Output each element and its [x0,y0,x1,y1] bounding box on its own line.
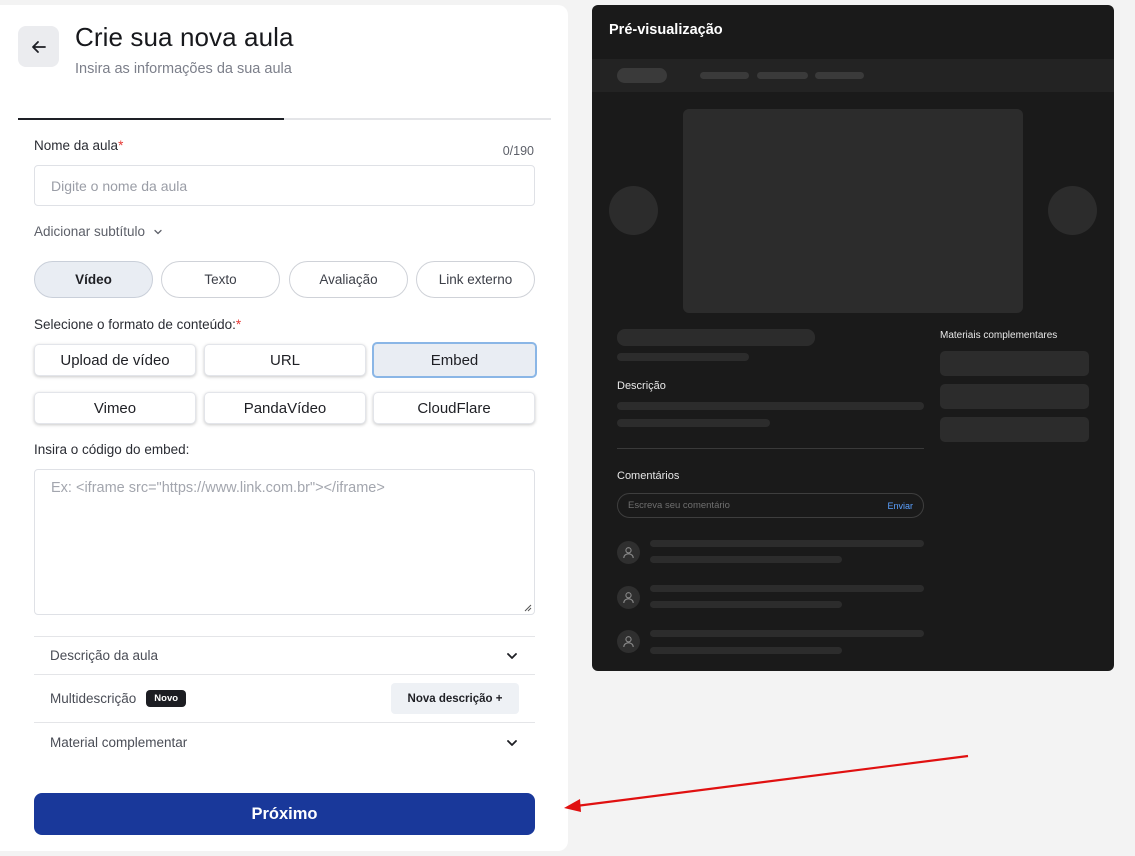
page-subtitle: Insira as informações da sua aula [75,61,292,77]
preview-avatar [617,586,640,609]
preview-material-skeleton [940,384,1089,409]
preview-description-skeleton [617,402,924,410]
back-button[interactable] [18,26,59,67]
preview-comment-skeleton [650,556,842,563]
format-url-button[interactable]: URL [204,344,366,376]
preview-comment-skeleton [650,585,924,592]
preview-subtitle-skeleton [617,353,749,361]
preview-send-label: Enviar [887,500,913,511]
preview-comment-skeleton [650,630,924,637]
step-progress-active [18,118,284,120]
preview-comment-input: Escreva seu comentário Enviar [617,493,924,518]
type-text-button[interactable]: Texto [161,261,280,298]
type-evaluation-button[interactable]: Avaliação [289,261,408,298]
preview-materials-label: Materiais complementares [940,330,1058,341]
name-label-text: Nome da aula [34,138,119,153]
format-embed-button[interactable]: Embed [372,342,537,378]
preview-prev-arrow [609,186,658,235]
chevron-down-icon [507,739,517,746]
embed-code-textarea[interactable] [34,469,535,615]
preview-nav-skeleton [757,72,808,79]
add-subtitle-toggle[interactable]: Adicionar subtítulo [34,224,163,239]
preview-comment-skeleton [650,601,842,608]
embed-label: Insira o código do embed: [34,442,190,457]
preview-material-skeleton [940,351,1089,376]
multi-description-row: Multidescrição Novo Nova descrição + [34,674,535,722]
preview-comment-skeleton [650,647,842,654]
description-accordion[interactable]: Descrição da aula [34,636,535,674]
chevron-down-icon [154,229,162,234]
preview-description-label: Descrição [617,380,666,392]
preview-nav-skeleton [815,72,864,79]
next-button[interactable]: Próximo [34,793,535,835]
chevron-down-icon [507,652,517,659]
format-vimeo-button[interactable]: Vimeo [34,392,196,424]
preview-avatar [617,630,640,653]
format-pandavideo-button[interactable]: PandaVídeo [204,392,366,424]
user-icon [623,592,634,604]
material-accordion[interactable]: Material complementar [34,722,535,762]
preview-comment-skeleton [650,540,924,547]
name-label: Nome da aula* [34,138,123,153]
preview-panel: Pré-visualização Materiais complementare… [592,5,1114,671]
required-mark: * [235,317,242,332]
preview-logo-skeleton [617,68,667,83]
material-accordion-label: Material complementar [50,735,188,750]
preview-video-skeleton [683,109,1023,313]
preview-nav-skeleton [700,72,749,79]
preview-title: Pré-visualização [609,22,723,38]
preview-comment-placeholder: Escreva seu comentário [628,500,730,511]
step-progress [18,118,551,120]
format-upload-button[interactable]: Upload de vídeo [34,344,196,376]
new-badge: Novo [146,690,187,707]
format-label-text: Selecione o formato de conteúdo: [34,317,236,332]
preview-divider [617,448,924,449]
preview-comments-label: Comentários [617,470,680,482]
char-counter: 0/190 [502,144,534,158]
type-external-link-button[interactable]: Link externo [416,261,535,298]
multi-description-label: Multidescrição [50,691,137,706]
format-label: Selecione o formato de conteúdo:* [34,317,241,332]
arrow-left-icon [31,40,46,53]
preview-next-arrow [1048,186,1097,235]
preview-avatar [617,541,640,564]
preview-description-skeleton [617,419,770,427]
page-title: Crie sua nova aula [75,22,294,52]
preview-navbar [592,59,1114,92]
resize-grip-icon[interactable] [523,603,532,612]
lesson-form-panel: Crie sua nova aula Insira as informações… [0,5,568,851]
user-icon [623,636,634,648]
lesson-name-input[interactable] [34,165,535,206]
preview-title-skeleton [617,329,815,346]
required-mark: * [118,138,124,153]
new-description-button[interactable]: Nova descrição + [391,683,519,714]
add-subtitle-label: Adicionar subtítulo [34,224,146,239]
description-accordion-label: Descrição da aula [50,648,159,663]
preview-material-skeleton [940,417,1089,442]
user-icon [623,547,634,559]
type-video-button[interactable]: Vídeo [34,261,153,298]
format-cloudflare-button[interactable]: CloudFlare [373,392,535,424]
